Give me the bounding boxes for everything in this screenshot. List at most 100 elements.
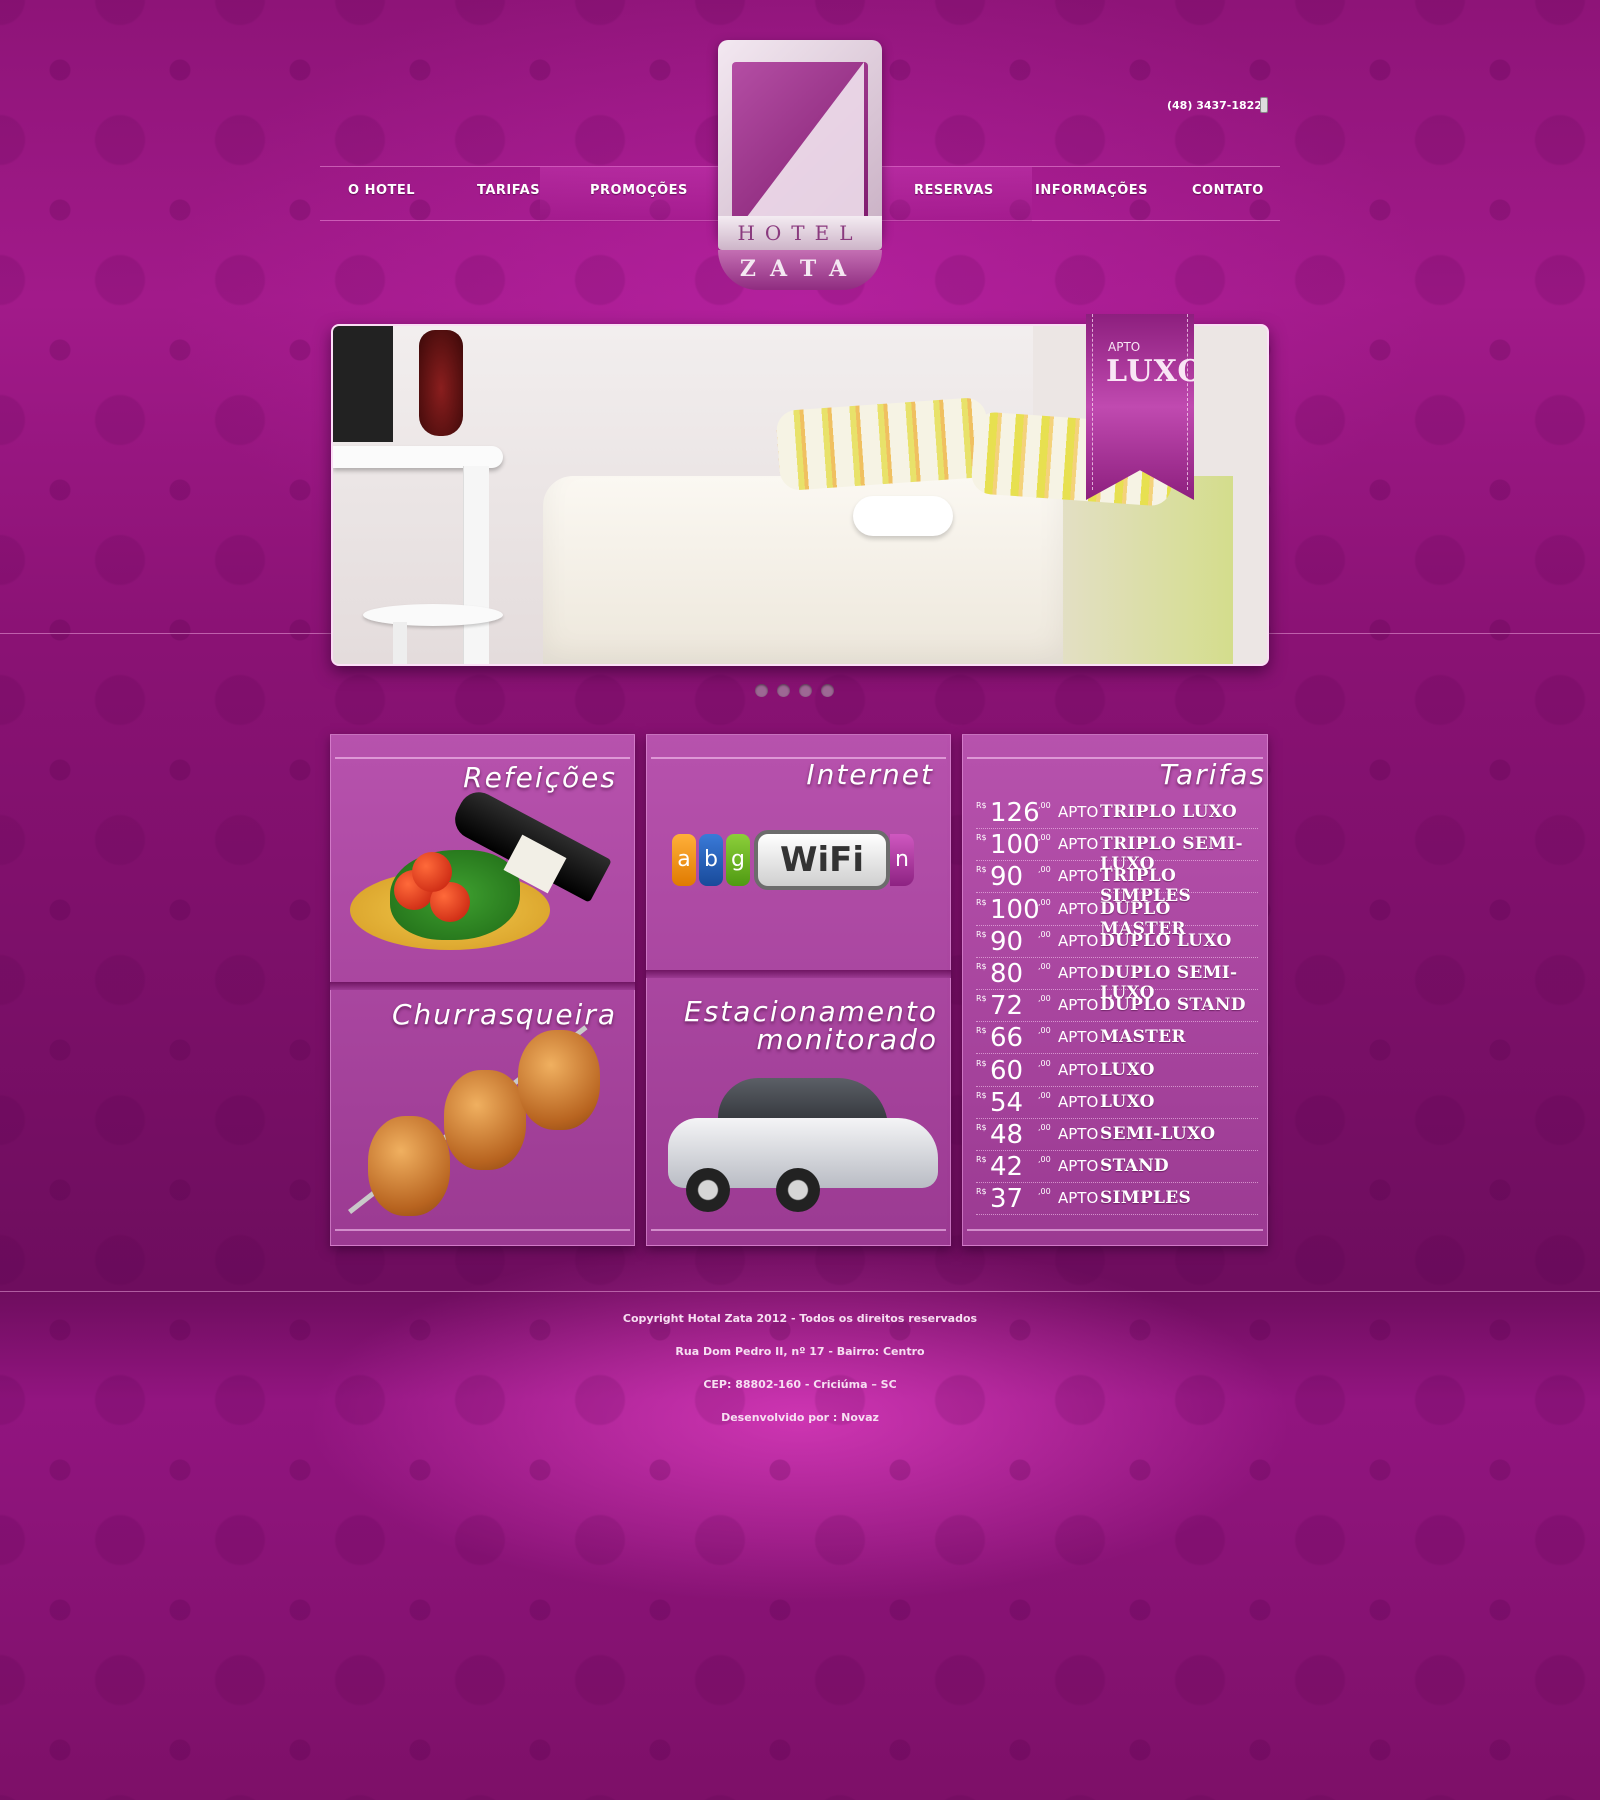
rate-value: 80: [990, 959, 1024, 989]
rate-value: 72: [990, 991, 1024, 1022]
panel-rule: [335, 757, 630, 759]
slide-stool-leg: [393, 622, 407, 664]
rate-apto-label: APTO: [1058, 867, 1099, 886]
barbecue-illustration: [348, 1025, 628, 1220]
rate-row: R$ 80,00 APTO DUPLO SEMI-LUXO: [976, 958, 1258, 1003]
slider-dot[interactable]: [821, 684, 834, 697]
slide-towel: [853, 496, 953, 536]
wifi-letter-n: n: [890, 834, 914, 886]
rate-room-name: LUXO: [1100, 1059, 1155, 1080]
rate-value: 100: [990, 830, 1040, 861]
wifi-logo: a b g WiFi n: [672, 830, 914, 890]
rate-value: 42: [990, 1152, 1024, 1183]
rate-currency: R$: [976, 1090, 987, 1100]
rate-currency: R$: [976, 929, 987, 939]
rate-apto-label: APTO: [1058, 1060, 1099, 1079]
card-title-internet[interactable]: Internet: [806, 759, 934, 791]
nav-item-reservas[interactable]: RESERVAS: [914, 183, 994, 198]
rate-row: R$ 90 ,00 APTO DUPLO LUXO: [976, 926, 1258, 958]
card-divider: [646, 970, 951, 978]
rate-cents: ,00: [1038, 1026, 1051, 1036]
nav-item-o-hotel[interactable]: O HOTEL: [348, 183, 415, 198]
rate-value: 126: [990, 798, 1040, 828]
meat-chunk: [368, 1116, 450, 1216]
footer-band-line: [0, 1291, 1600, 1292]
slide-pillow: [775, 396, 991, 492]
rate-room-name: DUPLO STAND: [1100, 995, 1246, 1016]
nav-item-contato[interactable]: CONTATO: [1192, 183, 1264, 198]
car-illustration: [668, 1078, 940, 1212]
ribbon-label-apto: APTO: [1108, 340, 1141, 354]
rate-row: R$ 66 ,00 APTO MASTER: [976, 1022, 1258, 1055]
rate-apto-label: APTO: [1058, 803, 1099, 821]
logo-word-hotel: HOTEL: [718, 216, 882, 250]
meat-chunk: [518, 1030, 600, 1130]
rate-value: 37: [990, 1184, 1024, 1215]
rates-title: Tarifas: [1159, 758, 1266, 791]
rate-apto-label: APTO: [1058, 996, 1099, 1015]
rate-room-name: STAND: [1100, 1156, 1169, 1177]
wifi-letter-b: b: [699, 834, 723, 886]
rate-value: 48: [990, 1120, 1024, 1150]
ribbon-label-luxo: LUXO: [1106, 354, 1205, 389]
rate-room-name: SIMPLES: [1100, 1188, 1192, 1209]
wifi-letter-g: g: [726, 834, 750, 886]
card-title-monitorado[interactable]: monitorado: [756, 1024, 938, 1056]
rate-cents: ,00: [1038, 929, 1051, 939]
rate-currency: R$: [976, 1058, 987, 1068]
wifi-letter-a: a: [672, 834, 696, 886]
rate-row: R$ 60 ,00 APTO LUXO: [976, 1055, 1258, 1087]
rate-apto-label: APTO: [1058, 1125, 1099, 1143]
panel-rule: [967, 1229, 1263, 1231]
footer-cep: CEP: 88802-160 - Criciúma – SC: [703, 1378, 897, 1391]
rate-room-name: LUXO: [1100, 1091, 1155, 1112]
rate-value: 54: [990, 1087, 1024, 1118]
slider-dot[interactable]: [755, 684, 768, 697]
rate-cents: ,00: [1038, 833, 1051, 843]
rate-cents: ,00: [1038, 1123, 1051, 1132]
slider-dot[interactable]: [799, 684, 812, 697]
rate-value: 100: [990, 894, 1040, 925]
footer-developer[interactable]: Desenvolvido por : Novaz: [0, 1411, 1600, 1424]
meat-chunk: [444, 1070, 526, 1170]
rate-row: R$ 100,00 APTO DUPLO MASTER: [976, 894, 1258, 939]
rate-apto-label: APTO: [1058, 1092, 1099, 1111]
rate-currency: R$: [976, 833, 987, 843]
card-divider: [330, 982, 635, 990]
rate-row: R$ 37 ,00 APTO SIMPLES: [976, 1183, 1258, 1216]
nav-item-informacoes[interactable]: INFORMAÇÕES: [1035, 183, 1148, 198]
rate-apto-label: APTO: [1058, 1028, 1099, 1047]
slide-desk: [333, 446, 503, 468]
rate-cents: ,00: [1038, 865, 1051, 875]
footer-address: Rua Dom Pedro II, nº 17 - Bairro: Centro: [675, 1345, 925, 1358]
tomato-icon: [412, 852, 452, 892]
slider-dot[interactable]: [777, 684, 790, 697]
logo-z-icon: [734, 62, 864, 234]
rate-row: R$ 126,00 APTO TRIPLO LUXO: [976, 797, 1258, 829]
phone-icon: [1260, 97, 1268, 113]
slide-stool: [363, 604, 503, 626]
footer-copyright: Copyright Hotal Zata 2012 - Todos os dir…: [622, 1312, 978, 1325]
rate-currency: R$: [976, 1123, 987, 1132]
rate-cents: ,00: [1038, 897, 1051, 907]
nav-item-promocoes[interactable]: PROMOÇÕES: [590, 183, 688, 198]
rate-row: R$ 54 ,00 APTO LUXO: [976, 1087, 1258, 1119]
rate-row: R$ 90,00 APTO TRIPLO SIMPLES: [976, 861, 1258, 906]
rate-cents: ,00: [1038, 1155, 1051, 1165]
phone-number: (48) 3437-1822: [1167, 99, 1262, 112]
hotel-logo[interactable]: HOTEL ZATA: [718, 30, 882, 292]
slide-vase: [419, 330, 463, 436]
slide-bed: [543, 476, 1063, 664]
rate-cents: ,00: [1038, 1058, 1051, 1068]
rate-currency: R$: [976, 962, 987, 971]
rate-apto-label: APTO: [1058, 1189, 1099, 1208]
rate-apto-label: APTO: [1058, 899, 1099, 918]
rate-currency: R$: [976, 1187, 987, 1197]
nav-item-tarifas[interactable]: TARIFAS: [477, 183, 540, 198]
rate-cents: ,00: [1038, 1187, 1051, 1197]
rate-currency: R$: [976, 994, 987, 1004]
rate-cents: ,00: [1038, 801, 1051, 810]
logo-frame: [718, 40, 882, 240]
rate-row: R$ 72 ,00 APTO DUPLO STAND: [976, 990, 1258, 1023]
rate-room-name: TRIPLO LUXO: [1100, 802, 1238, 822]
